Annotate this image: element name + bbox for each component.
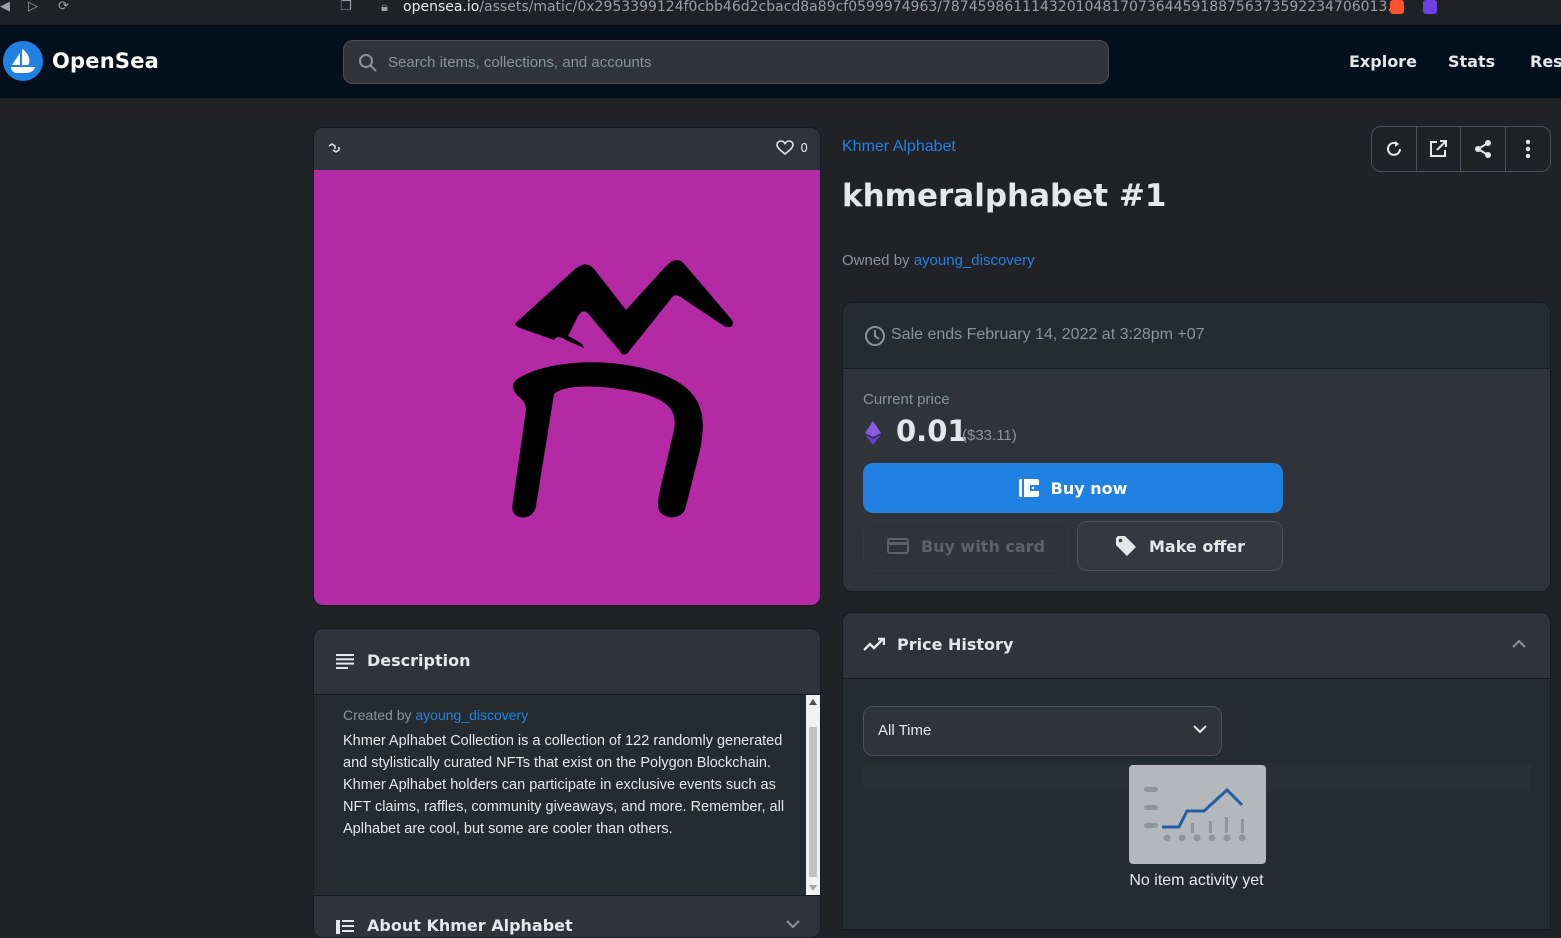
chevron-up-icon [1512, 639, 1526, 648]
back-icon[interactable]: ◀ [0, 0, 10, 14]
credit-card-icon [886, 538, 909, 554]
nav-explore[interactable]: Explore [1349, 52, 1417, 71]
owner-link[interactable]: ayoung_discovery [914, 252, 1035, 269]
open-external-icon [1430, 140, 1448, 157]
price-value: 0.01 [896, 414, 968, 448]
asset-media-card: 0 [313, 127, 821, 606]
time-range-select[interactable]: All Time [863, 706, 1222, 756]
buy-with-card-label: Buy with card [920, 536, 1046, 556]
share-icon [1474, 140, 1491, 158]
created-by: Created by ayoung_discovery [343, 707, 786, 723]
price-tag-icon [1115, 536, 1136, 556]
sale-ends-text: Sale ends February 14, 2022 at 3:28pm +0… [891, 326, 1205, 343]
lock-icon: 🔒︎ [381, 0, 388, 15]
polygon-chain-icon [328, 143, 340, 153]
forward-icon[interactable]: ▷ [28, 0, 38, 14]
favorites-count: 0 [800, 141, 808, 155]
share-button[interactable] [1461, 127, 1506, 171]
url-path: /assets/matic/0x2953399124f0cbb46d2cbacd… [479, 0, 1401, 15]
description-text: Khmer Aplhabet Collection is a collectio… [343, 733, 785, 837]
wallet-icon [1018, 479, 1039, 497]
description-title: Description [367, 651, 471, 670]
buy-with-card-button[interactable]: Buy with card [863, 521, 1069, 571]
asset-title: khmeralphabet #1 [842, 178, 1167, 214]
buy-now-label: Buy now [1050, 478, 1128, 498]
price-history-panel: Price History All Time No item activity … [842, 612, 1551, 930]
make-offer-label: Make offer [1148, 536, 1246, 556]
created-by-label: Created by [343, 707, 412, 723]
more-options-button[interactable] [1506, 127, 1550, 171]
bookmark-icon[interactable]: ❐ [340, 0, 352, 14]
search-input[interactable] [388, 51, 1088, 73]
address-bar[interactable]: opensea.io/assets/matic/0x2953399124f0cb… [403, 0, 1403, 16]
collection-link[interactable]: Khmer Alphabet [842, 138, 956, 156]
price-history-header[interactable]: Price History [843, 613, 1550, 679]
media-header: 0 [314, 128, 820, 170]
chevron-down-icon [786, 920, 800, 929]
brave-shield-icon[interactable] [1390, 0, 1404, 14]
trending-up-icon [863, 637, 885, 651]
description-body: Created by ayoung_discovery Khmer Aplhab… [314, 695, 806, 895]
refresh-icon [1386, 141, 1401, 156]
buy-now-button[interactable]: Buy now [863, 463, 1283, 513]
browser-toolbar: ◀ ▷ ⟳ ❐ 🔒︎ opensea.io/assets/matic/0x295… [0, 0, 1561, 25]
description-header[interactable]: Description [314, 629, 820, 695]
khmer-letter-artwork [512, 260, 733, 518]
url-host: opensea.io [403, 0, 480, 15]
description-panel: Description Created by ayoung_discovery … [313, 628, 821, 938]
asset-action-buttons [1371, 126, 1551, 172]
trade-panel: Sale ends February 14, 2022 at 3:28pm +0… [842, 302, 1551, 592]
description-scrollbar[interactable] [806, 695, 820, 895]
clock-icon [865, 326, 885, 346]
refresh-button[interactable] [1372, 127, 1417, 171]
chevron-down-icon [1193, 725, 1207, 734]
time-range-value: All Time [878, 722, 932, 739]
nav-stats[interactable]: Stats [1448, 52, 1495, 71]
favorite-button[interactable]: 0 [776, 140, 808, 156]
top-navbar: OpenSea Explore Stats Reso [0, 25, 1561, 98]
scroll-up-icon[interactable] [809, 699, 817, 705]
about-collection-header[interactable]: About Khmer Alphabet [314, 895, 820, 937]
open-external-button[interactable] [1417, 127, 1461, 171]
owned-by: Owned by ayoung_discovery [842, 252, 1035, 269]
about-collection-title: About Khmer Alphabet [367, 916, 573, 935]
heart-icon [776, 140, 795, 156]
reload-icon[interactable]: ⟳ [58, 0, 69, 14]
price-usd: ($33.11) [962, 427, 1017, 444]
search-bar[interactable] [343, 40, 1109, 84]
nav-resources[interactable]: Reso [1530, 52, 1561, 71]
scroll-thumb[interactable] [809, 727, 817, 877]
empty-chart-illustration-icon [1129, 765, 1266, 864]
price-history-title: Price History [897, 635, 1014, 654]
brave-rewards-icon[interactable] [1423, 0, 1437, 14]
make-offer-button[interactable]: Make offer [1077, 521, 1283, 571]
brand-name[interactable]: OpenSea [52, 49, 159, 73]
scroll-down-icon[interactable] [809, 885, 817, 891]
sale-timer: Sale ends February 14, 2022 at 3:28pm +0… [843, 303, 1550, 369]
empty-activity-text: No item activity yet [1129, 872, 1264, 889]
opensea-logo-icon[interactable] [3, 41, 43, 81]
eth-icon [865, 421, 881, 445]
more-vertical-icon [1525, 139, 1530, 159]
creator-link[interactable]: ayoung_discovery [415, 707, 528, 723]
asset-image[interactable] [314, 170, 820, 605]
subject-lines-icon [336, 654, 354, 669]
current-price-label: Current price [863, 391, 950, 408]
about-list-icon [336, 920, 354, 934]
search-icon [359, 54, 377, 72]
owned-by-label: Owned by [842, 252, 910, 269]
